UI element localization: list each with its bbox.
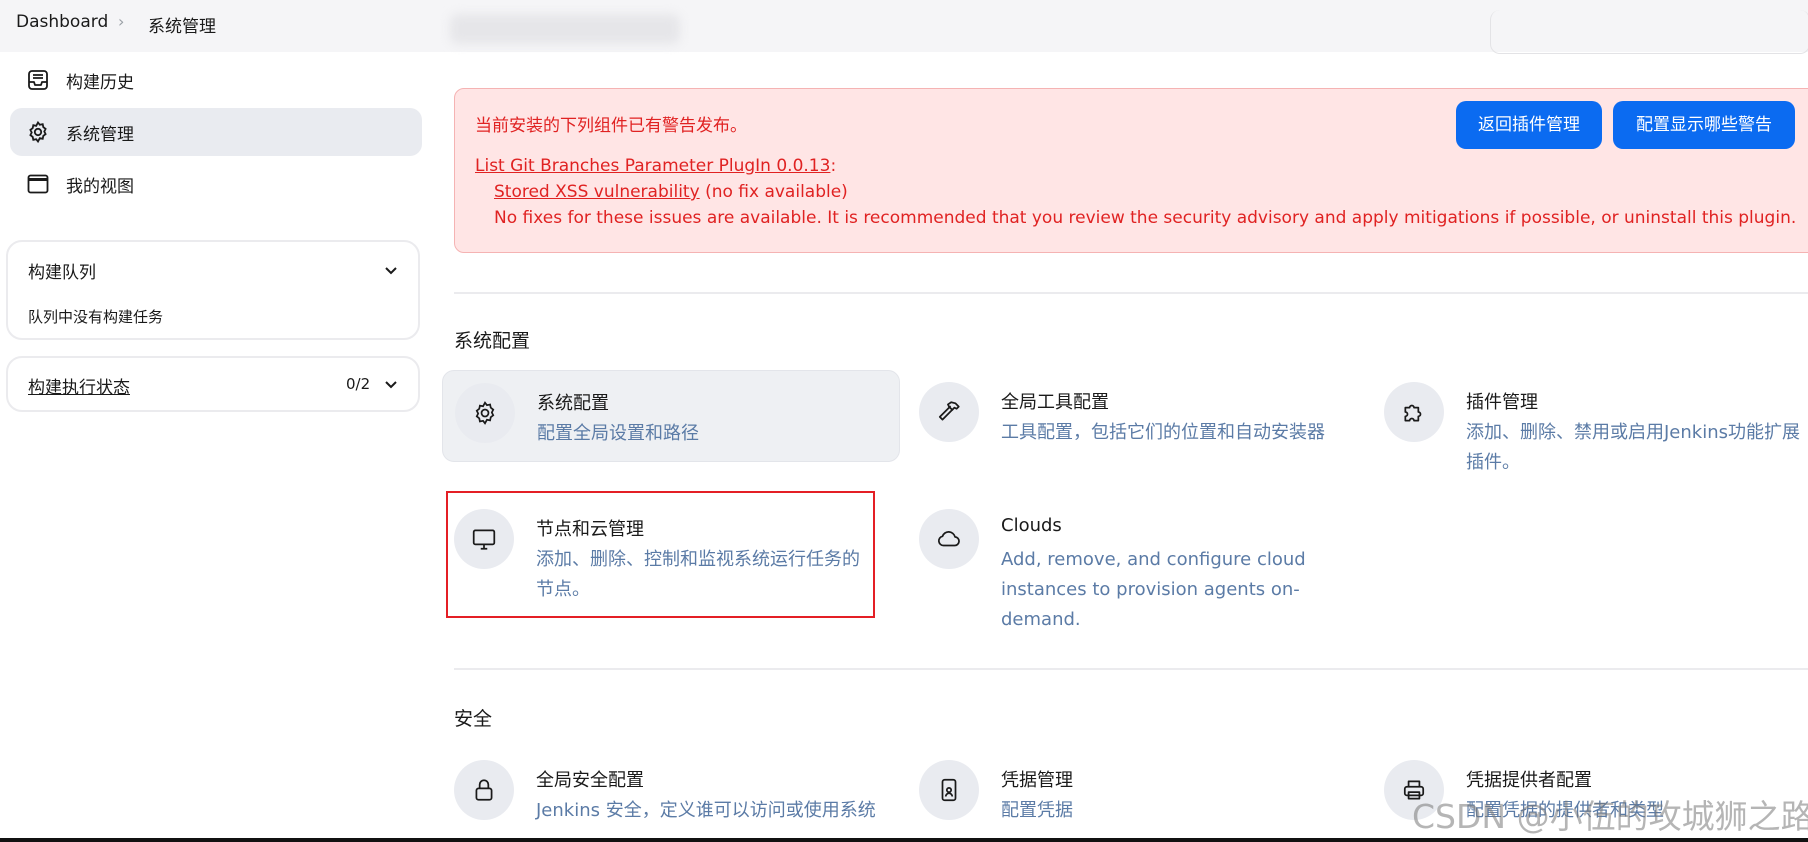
build-queue-title[interactable]: 构建队列 bbox=[28, 258, 96, 283]
tile-title: 全局安全配置 bbox=[536, 770, 644, 791]
red-highlight-annotation bbox=[446, 491, 875, 618]
security-warning-banner: 当前安装的下列组件已有警告发布。 List Git Branches Param… bbox=[454, 88, 1808, 253]
tile-icon-bg bbox=[919, 760, 979, 820]
tile-description: 配置凭据 bbox=[1001, 800, 1073, 821]
tile-description: 工具配置，包括它们的位置和自动安装器 bbox=[1001, 422, 1325, 443]
warning-plugin-line: List Git Branches Parameter PlugIn 0.0.1… bbox=[475, 156, 836, 176]
vulnerability-link[interactable]: Stored XSS vulnerability bbox=[494, 182, 700, 202]
chevron-down-icon[interactable] bbox=[382, 376, 400, 394]
gear-icon bbox=[475, 401, 495, 425]
tile-title: 插件管理 bbox=[1466, 392, 1538, 413]
bottom-edge bbox=[0, 838, 1808, 842]
tile-description: Jenkins 安全，定义谁可以访问或使用系统 bbox=[536, 800, 876, 821]
breadcrumb-dashboard[interactable]: Dashboard bbox=[16, 12, 108, 32]
back-to-plugins-button[interactable]: 返回插件管理 bbox=[1456, 101, 1602, 149]
warning-heading: 当前安装的下列组件已有警告发布。 bbox=[475, 116, 747, 136]
tile-global-security[interactable]: 全局安全配置 Jenkins 安全，定义谁可以访问或使用系统 bbox=[442, 748, 900, 840]
no-fix-note: (no fix available) bbox=[705, 182, 848, 202]
puzzle-icon bbox=[1404, 404, 1422, 422]
sidebar-item-label: 构建历史 bbox=[66, 73, 134, 93]
section-title-system-config: 系统配置 bbox=[454, 330, 531, 352]
search-box-edge[interactable] bbox=[1490, 10, 1808, 54]
sidebar-item-my-views[interactable]: 我的视图 bbox=[10, 160, 422, 208]
divider bbox=[454, 668, 1808, 670]
inbox-icon bbox=[28, 70, 48, 90]
configure-warnings-button[interactable]: 配置显示哪些警告 bbox=[1613, 101, 1795, 149]
executor-status-link[interactable]: 构建执行状态 bbox=[28, 373, 130, 398]
blurred-region bbox=[450, 14, 680, 44]
breadcrumb-current[interactable]: 系统管理 bbox=[148, 12, 216, 37]
tile-description: 添加、删除、禁用或启用Jenkins功能扩展插件。 bbox=[1466, 422, 1801, 473]
tile-title: Clouds bbox=[1001, 515, 1062, 536]
sidebar-item-manage-jenkins[interactable]: 系统管理 bbox=[10, 108, 422, 156]
tile-system-config[interactable]: 系统配置 配置全局设置和路径 bbox=[442, 370, 900, 462]
id-badge-icon bbox=[941, 778, 957, 802]
sidebar-item-label: 我的视图 bbox=[66, 177, 134, 197]
build-queue-empty-text: 队列中没有构建任务 bbox=[28, 308, 164, 326]
tile-credentials[interactable]: 凭据管理 配置凭据 bbox=[907, 748, 1365, 840]
build-queue-panel: 构建队列 队列中没有构建任务 bbox=[6, 240, 420, 340]
tile-global-tool-config[interactable]: 全局工具配置 工具配置，包括它们的位置和自动安装器 bbox=[907, 370, 1365, 462]
hammer-icon bbox=[938, 401, 960, 421]
lock-icon bbox=[475, 779, 493, 801]
executor-count: 0/2 bbox=[346, 375, 371, 393]
section-title-security: 安全 bbox=[454, 708, 493, 730]
sidebar-item-label: 系统管理 bbox=[66, 125, 134, 145]
tile-clouds[interactable]: Clouds Add, remove, and configure cloud … bbox=[907, 497, 1365, 630]
executor-status-panel: 构建执行状态 0/2 bbox=[6, 356, 420, 412]
sidebar-item-build-history[interactable]: 构建历史 bbox=[10, 56, 422, 104]
tile-title: 凭据提供者配置 bbox=[1466, 770, 1592, 791]
tile-icon-bg bbox=[454, 760, 514, 820]
gear-icon bbox=[29, 120, 47, 144]
divider bbox=[454, 292, 1808, 294]
top-bar: Dashboard › 系统管理 bbox=[0, 0, 1808, 54]
tile-icon-bg bbox=[455, 383, 515, 443]
watermark: CSDN @小伍的攻城狮之路 bbox=[1412, 797, 1808, 836]
warning-advice: No fixes for these issues are available.… bbox=[494, 208, 1797, 228]
warning-vuln-line: Stored XSS vulnerability (no fix availab… bbox=[494, 182, 848, 202]
chevron-down-icon[interactable] bbox=[382, 262, 400, 280]
tile-title: 全局工具配置 bbox=[1001, 392, 1109, 413]
cloud-icon bbox=[938, 531, 960, 547]
window-icon bbox=[27, 174, 49, 194]
chevron-right-icon: › bbox=[118, 12, 125, 31]
tile-icon-bg bbox=[919, 509, 979, 569]
tile-icon-bg bbox=[1384, 382, 1444, 442]
tile-icon-bg bbox=[919, 382, 979, 442]
plugin-link[interactable]: List Git Branches Parameter PlugIn 0.0.1… bbox=[475, 156, 830, 176]
tile-plugin-manager[interactable]: 插件管理 添加、删除、禁用或启用Jenkins功能扩展插件。 bbox=[1372, 370, 1808, 473]
colon-text: : bbox=[830, 156, 837, 176]
tile-description: 配置全局设置和路径 bbox=[537, 423, 699, 444]
tile-description: Add, remove, and configure cloud instanc… bbox=[1001, 549, 1306, 630]
tile-title: 凭据管理 bbox=[1001, 770, 1073, 791]
tile-title: 系统配置 bbox=[537, 393, 609, 414]
